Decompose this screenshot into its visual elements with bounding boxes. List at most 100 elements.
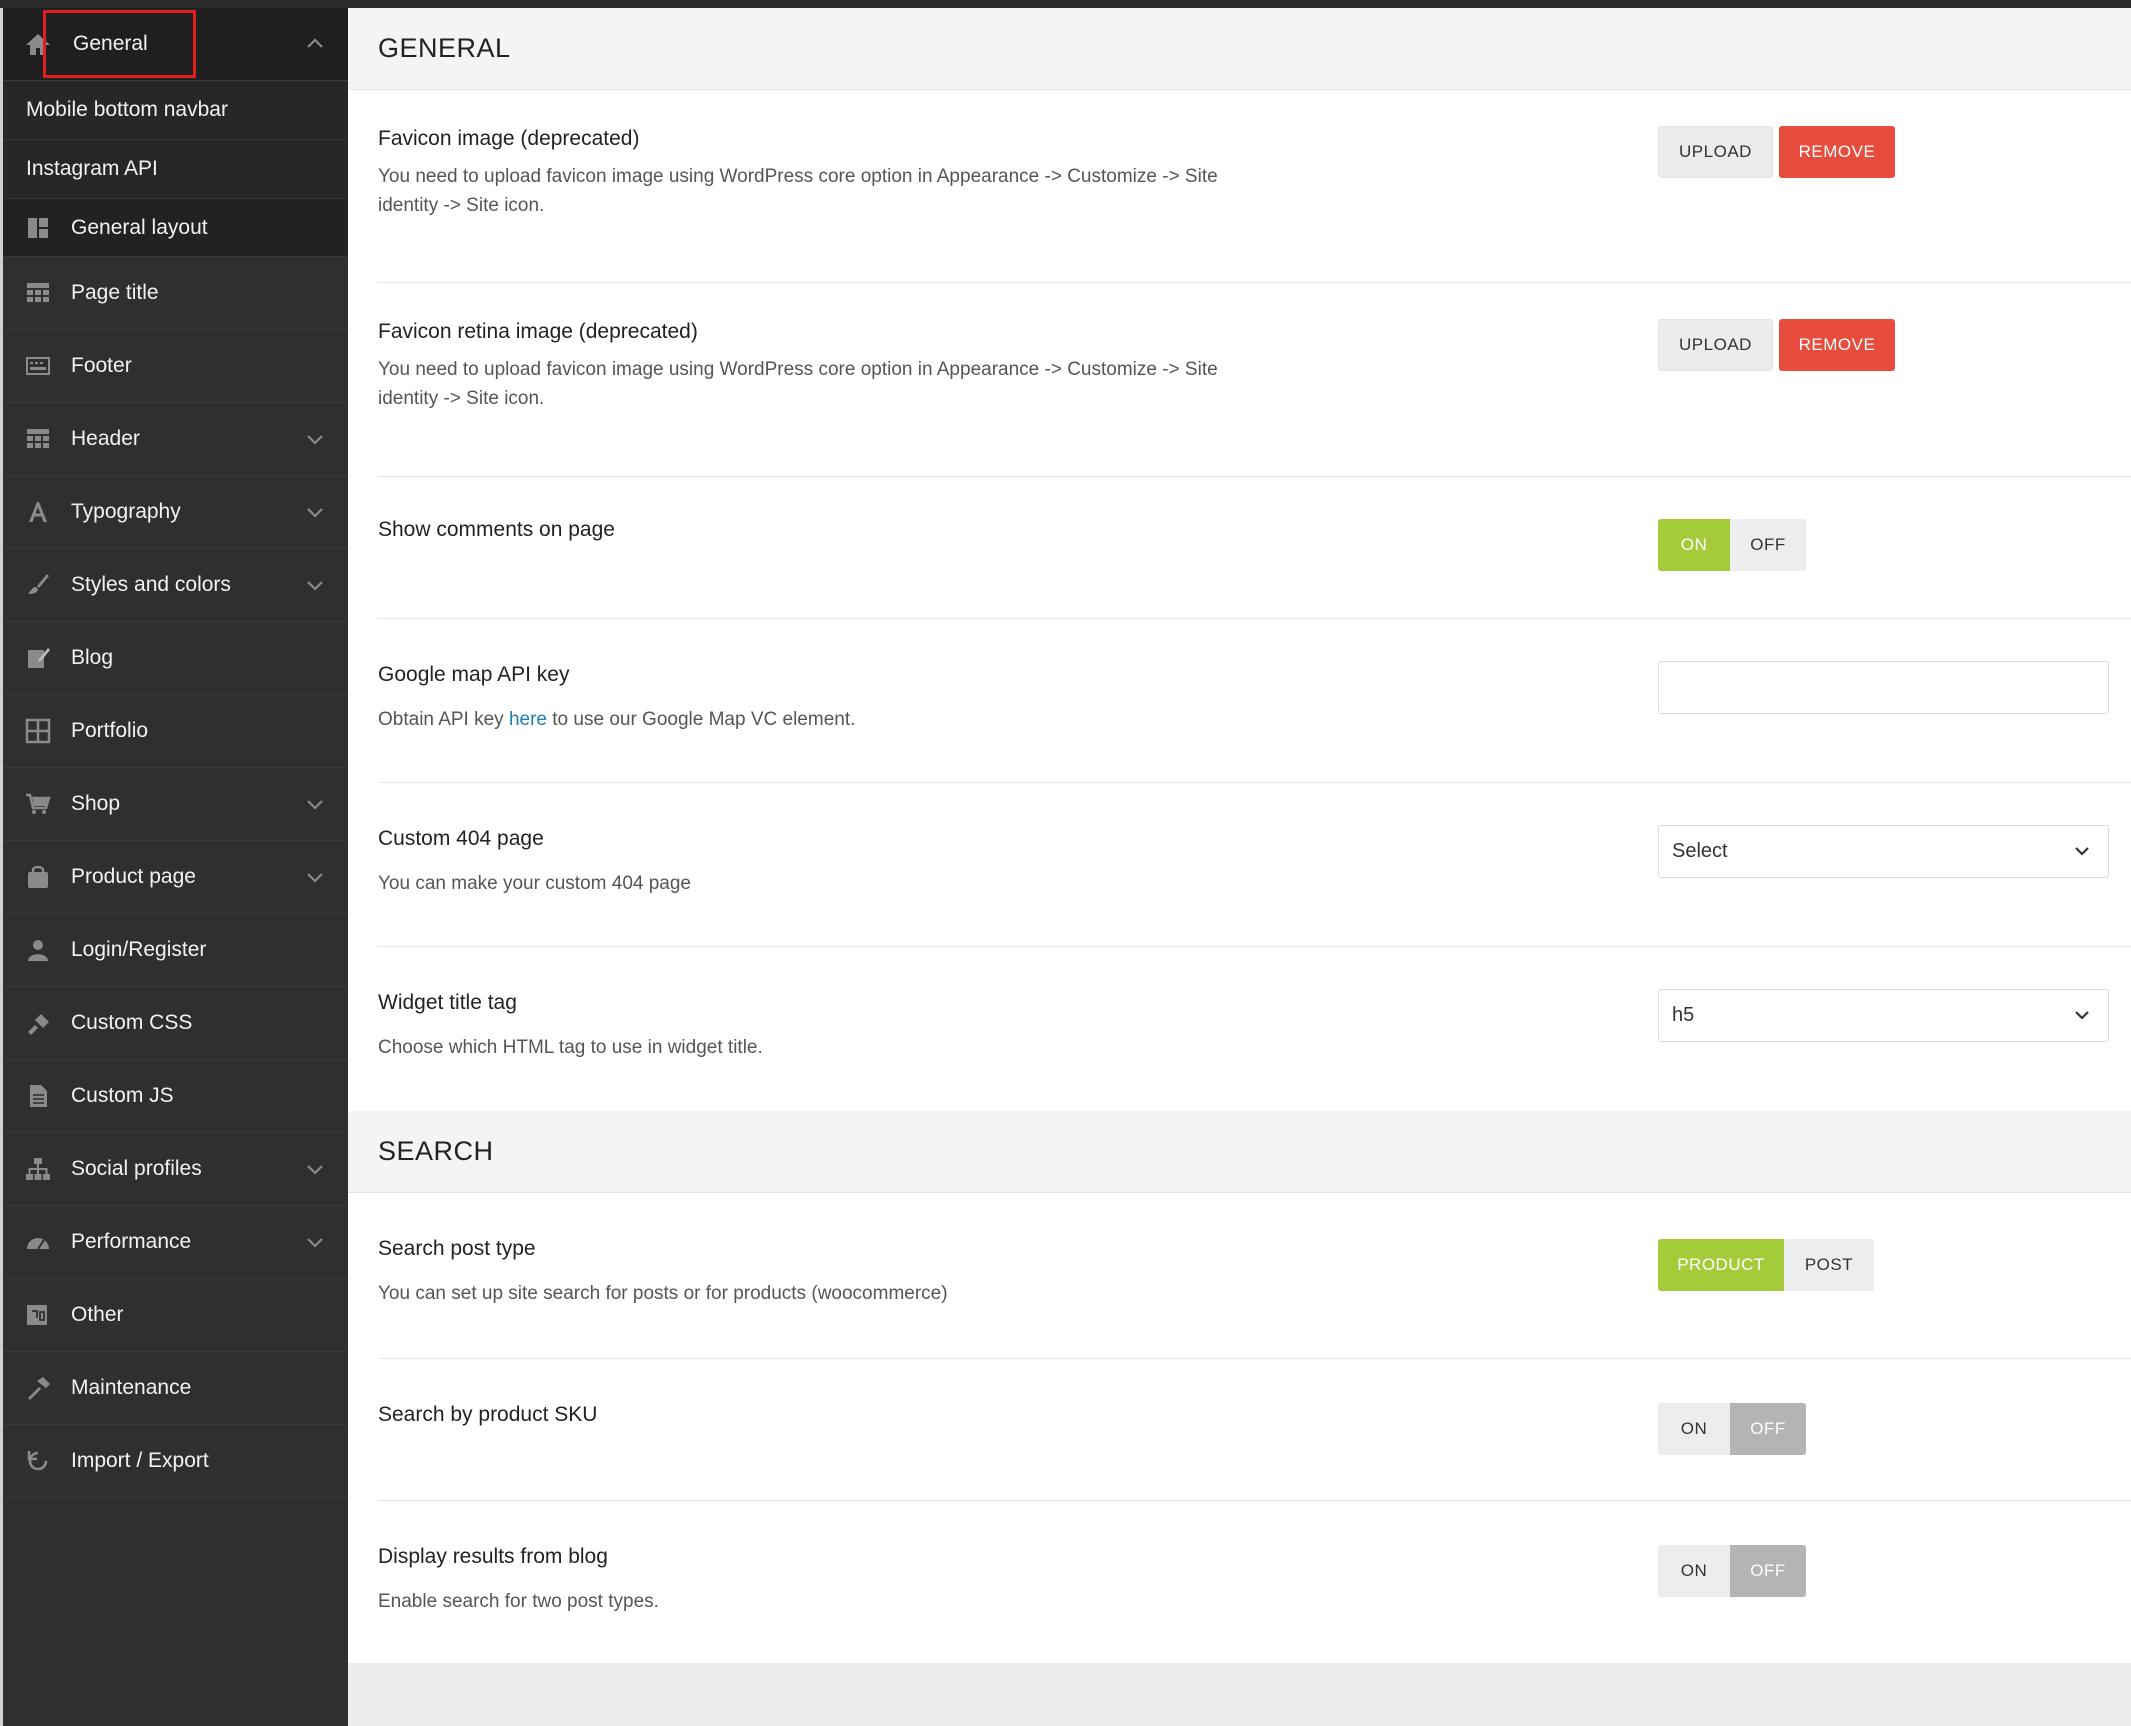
- sidebar: General Mobile bottom navbar Instagram A…: [0, 8, 348, 1726]
- sidebar-item-page-title[interactable]: Page title: [3, 257, 348, 330]
- setting-favicon-retina: Favicon retina image (deprecated) You ne…: [378, 283, 2131, 477]
- toggle-off-option[interactable]: OFF: [1730, 519, 1806, 571]
- sidebar-item-label: Social profiles: [71, 1157, 202, 1180]
- chevron-down-icon[interactable]: [304, 1158, 326, 1180]
- sidebar-item-label: Header: [71, 427, 140, 450]
- sitemap-icon: [23, 1154, 53, 1184]
- setting-title: Custom 404 page: [378, 827, 544, 850]
- setting-title: Show comments on page: [378, 518, 615, 541]
- sidebar-item-social-profiles[interactable]: Social profiles: [3, 1133, 348, 1206]
- sidebar-item-general[interactable]: General: [3, 8, 348, 81]
- setting-display-blog-results: Display results from blog Enable search …: [378, 1501, 2131, 1663]
- setting-show-comments: Show comments on page ON OFF: [378, 477, 2131, 619]
- general-panel: Favicon image (deprecated) You need to u…: [348, 90, 2131, 1111]
- upload-button[interactable]: UPLOAD: [1658, 126, 1773, 178]
- setting-title: Widget title tag: [378, 991, 517, 1014]
- sidebar-item-import-export[interactable]: Import / Export: [3, 1425, 348, 1498]
- top-bar: [0, 0, 2131, 8]
- sidebar-item-label: Custom CSS: [71, 1011, 193, 1034]
- sidebar-item-header[interactable]: Header: [3, 403, 348, 476]
- setting-favicon: Favicon image (deprecated) You need to u…: [378, 90, 2131, 283]
- sidebar-item-label: Typography: [71, 500, 181, 523]
- sidebar-item-label: Styles and colors: [71, 573, 231, 596]
- sidebar-item-blog[interactable]: Blog: [3, 622, 348, 695]
- sidebar-item-other[interactable]: Other: [3, 1279, 348, 1352]
- comments-toggle[interactable]: ON OFF: [1658, 519, 1806, 571]
- refresh-icon: [23, 1446, 53, 1476]
- brush-icon: [23, 570, 53, 600]
- select-value: h5: [1672, 1004, 1695, 1026]
- search-post-type-toggle[interactable]: PRODUCT POST: [1658, 1239, 1874, 1291]
- document-icon: [23, 1081, 53, 1111]
- sidebar-item-typography[interactable]: Typography: [3, 476, 348, 549]
- sidebar-item-custom-css[interactable]: Custom CSS: [3, 987, 348, 1060]
- sidebar-item-maintenance[interactable]: Maintenance: [3, 1352, 348, 1425]
- google-map-api-key-input[interactable]: [1658, 661, 2109, 714]
- sidebar-subitem-instagram-api[interactable]: Instagram API: [3, 140, 348, 199]
- setting-description: You need to upload favicon image using W…: [378, 359, 1218, 409]
- chevron-up-icon[interactable]: [304, 33, 326, 55]
- sidebar-item-shop[interactable]: Shop: [3, 768, 348, 841]
- remove-button[interactable]: REMOVE: [1779, 126, 1895, 178]
- setting-widget-title-tag: Widget title tag Choose which HTML tag t…: [378, 947, 2131, 1111]
- setting-title: Search by product SKU: [378, 1403, 598, 1426]
- sidebar-item-general-layout[interactable]: General layout: [3, 199, 348, 257]
- sidebar-item-portfolio[interactable]: Portfolio: [3, 695, 348, 768]
- dashboard-icon: [23, 1227, 53, 1257]
- setting-description: You can set up site search for posts or …: [378, 1283, 948, 1304]
- setting-title: Favicon retina image (deprecated): [378, 320, 698, 343]
- sidebar-item-label: Login/Register: [71, 938, 207, 961]
- page-title-icon: [23, 278, 53, 308]
- select-value: Select: [1672, 840, 1728, 862]
- setting-description: Obtain API key here to use our Google Ma…: [378, 705, 1278, 734]
- selection-highlight-box: [43, 10, 196, 78]
- sidebar-item-styles-and-colors[interactable]: Styles and colors: [3, 549, 348, 622]
- cart-icon: [23, 789, 53, 819]
- sidebar-item-performance[interactable]: Performance: [3, 1206, 348, 1279]
- bottom-spacer: [348, 1663, 2131, 1723]
- toggle-on-option[interactable]: ON: [1658, 1403, 1730, 1455]
- sidebar-subitem-mobile-navbar[interactable]: Mobile bottom navbar: [3, 81, 348, 140]
- chevron-down-icon[interactable]: [304, 574, 326, 596]
- toggle-on-option[interactable]: ON: [1658, 519, 1730, 571]
- sidebar-item-label: Blog: [71, 646, 114, 669]
- chevron-down-icon[interactable]: [304, 501, 326, 523]
- sidebar-item-login-register[interactable]: Login/Register: [3, 914, 348, 987]
- main-content: GENERAL Favicon image (deprecated) You n…: [348, 8, 2131, 1726]
- chevron-down-icon[interactable]: [304, 1231, 326, 1253]
- sidebar-item-label: Page title: [71, 281, 159, 304]
- blog-results-toggle[interactable]: ON OFF: [1658, 1545, 1806, 1597]
- sidebar-item-product-page[interactable]: Product page: [3, 841, 348, 914]
- sidebar-item-label: Shop: [71, 792, 121, 815]
- sidebar-item-label: Footer: [71, 354, 132, 377]
- css-icon: [23, 1008, 53, 1038]
- desc-text-after: to use our Google Map VC element.: [552, 709, 856, 730]
- chevron-down-icon[interactable]: [304, 428, 326, 450]
- sidebar-item-label: Import / Export: [71, 1449, 209, 1472]
- footer-icon: [23, 351, 53, 381]
- chevron-down-icon[interactable]: [304, 866, 326, 888]
- toggle-on-option[interactable]: ON: [1658, 1545, 1730, 1597]
- upload-button[interactable]: UPLOAD: [1658, 319, 1773, 371]
- api-key-link[interactable]: here: [509, 709, 547, 730]
- search-sku-toggle[interactable]: ON OFF: [1658, 1403, 1806, 1455]
- setting-description: Enable search for two post types.: [378, 1591, 659, 1612]
- sidebar-item-custom-js[interactable]: Custom JS: [3, 1060, 348, 1133]
- toggle-off-option[interactable]: OFF: [1730, 1403, 1806, 1455]
- search-panel: Search post type You can set up site sea…: [348, 1193, 2131, 1663]
- remove-button[interactable]: REMOVE: [1779, 319, 1895, 371]
- custom-404-select[interactable]: Select: [1658, 825, 2109, 878]
- toggle-post-option[interactable]: POST: [1784, 1239, 1874, 1291]
- sidebar-item-footer[interactable]: Footer: [3, 330, 348, 403]
- section-heading-search: SEARCH: [348, 1111, 2131, 1193]
- toggle-off-option[interactable]: OFF: [1730, 1545, 1806, 1597]
- desc-text-before: Obtain API key: [378, 709, 504, 730]
- hammer-icon: [23, 1373, 53, 1403]
- widget-title-tag-select[interactable]: h5: [1658, 989, 2109, 1042]
- grid-icon: [23, 716, 53, 746]
- bag-icon: [23, 862, 53, 892]
- setting-title: Search post type: [378, 1237, 536, 1260]
- chevron-down-icon[interactable]: [304, 793, 326, 815]
- sidebar-item-label: Maintenance: [71, 1376, 192, 1399]
- toggle-product-option[interactable]: PRODUCT: [1658, 1239, 1784, 1291]
